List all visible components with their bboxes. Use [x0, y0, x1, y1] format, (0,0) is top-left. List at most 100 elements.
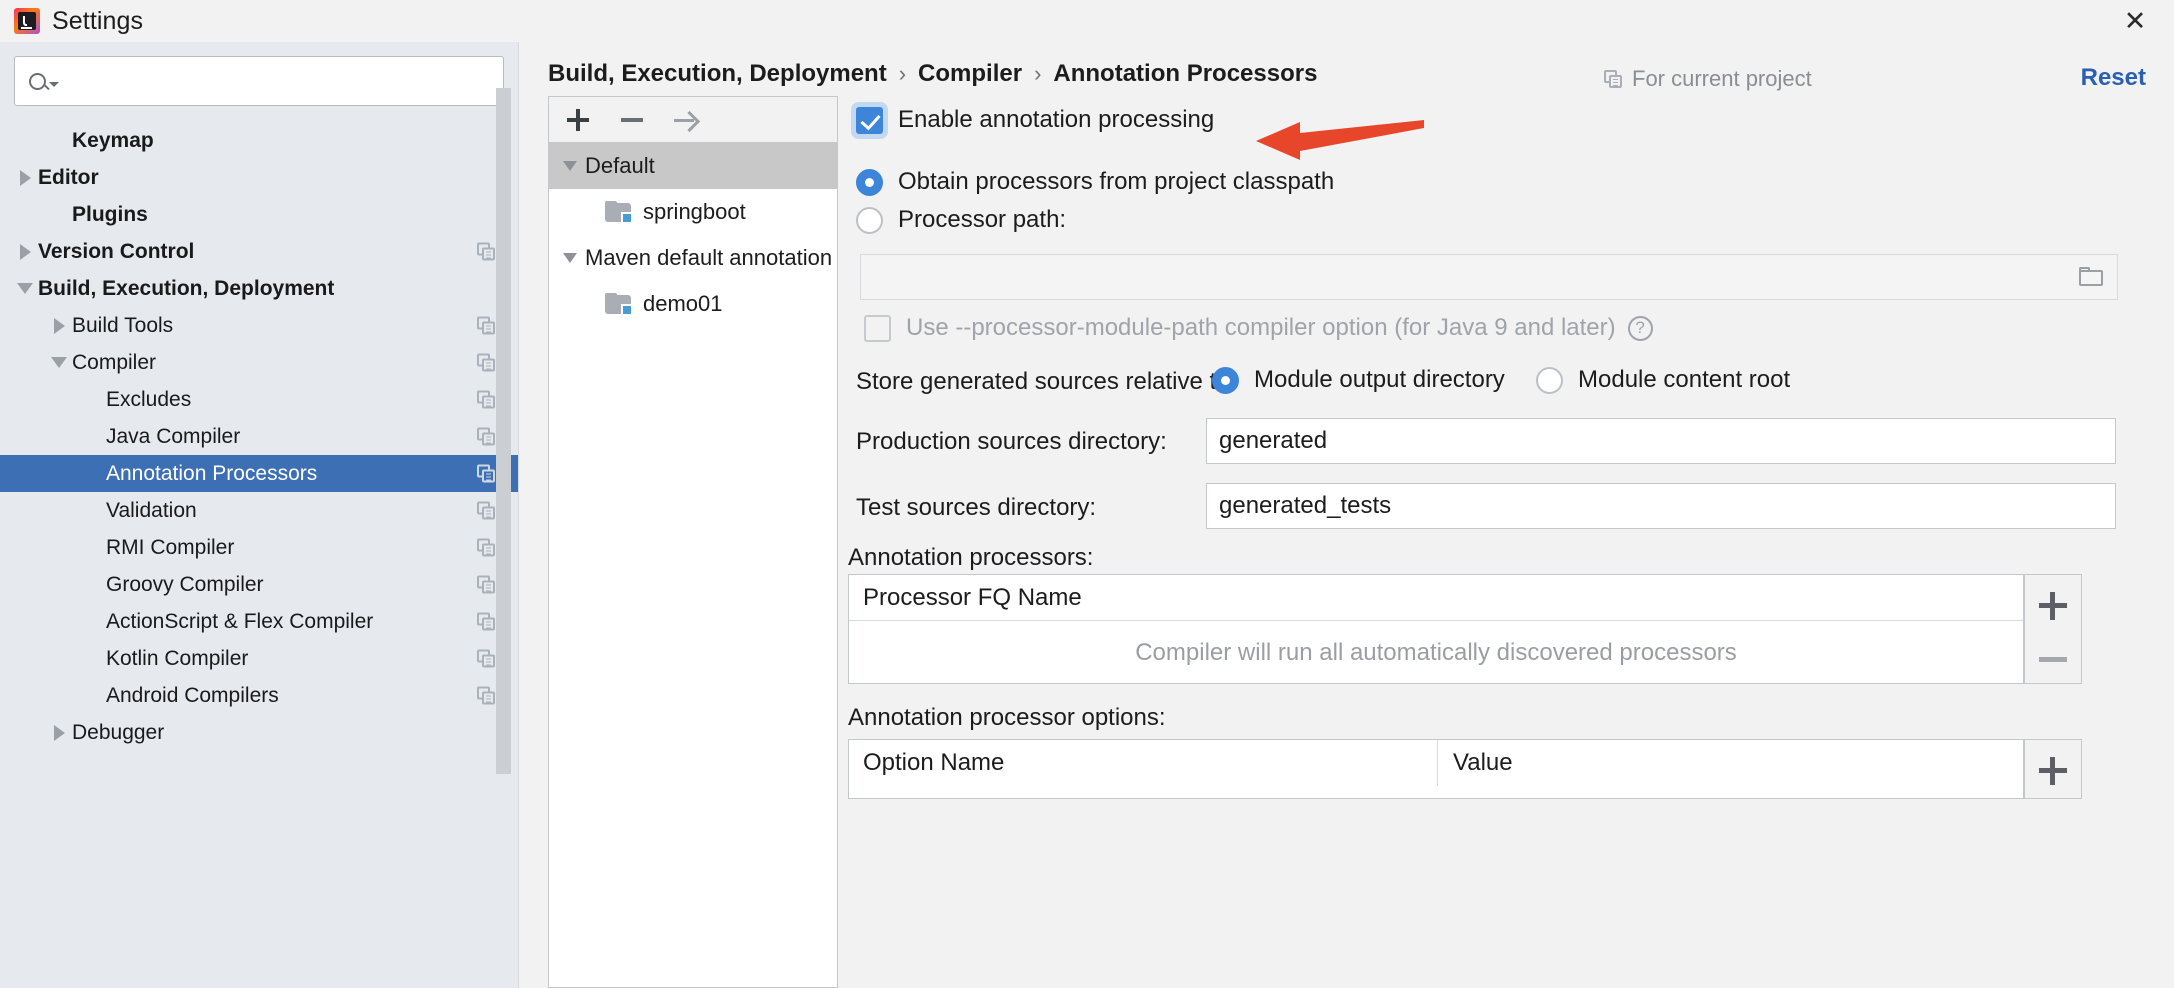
sidebar-item-build-execution-deployment[interactable]: Build, Execution, Deployment — [0, 270, 518, 307]
module-content-root-row[interactable]: Module content root — [1536, 366, 1790, 394]
annotation-processors-add-button[interactable] — [2024, 575, 2082, 629]
search-input[interactable] — [65, 69, 503, 93]
arrow-right-icon[interactable] — [671, 105, 701, 135]
copy-page-icon — [477, 353, 496, 372]
production-sources-value: generated — [1219, 427, 1327, 455]
search-box[interactable] — [14, 56, 504, 106]
module-row[interactable]: Maven default annotation proc. — [549, 235, 837, 281]
window-title-bar: Settings ✕ — [0, 0, 2174, 42]
sidebar-item-groovy-compiler[interactable]: Groovy Compiler — [0, 566, 518, 603]
folder-browse-icon[interactable] — [2079, 267, 2105, 287]
intellij-idea-icon — [14, 8, 40, 34]
module-rows: Default springbootMaven default annotatio… — [549, 143, 837, 327]
copy-page-icon — [477, 316, 496, 335]
module-row[interactable]: Default — [549, 143, 837, 189]
chevron-down-icon[interactable] — [12, 283, 38, 294]
module-row-label: Default — [585, 153, 655, 179]
minus-icon[interactable] — [617, 105, 647, 135]
annotation-processors-table[interactable]: Processor FQ Name Compiler will run all … — [848, 574, 2024, 684]
settings-sidebar: Keymap Editor PluginsVersion Control Build,… — [0, 42, 519, 988]
processor-options-add-button[interactable] — [2024, 740, 2082, 798]
processor-options-table[interactable]: Option Name Value — [848, 739, 2024, 799]
sidebar-item-label: Editor — [38, 166, 99, 190]
copy-page-icon — [477, 501, 496, 520]
module-folder-icon — [605, 293, 633, 315]
sidebar-item-label: Build Tools — [72, 314, 173, 338]
sidebar-scrollbar[interactable] — [495, 42, 512, 988]
reset-button[interactable]: Reset — [2081, 64, 2146, 92]
breadcrumb-item[interactable]: Compiler — [918, 60, 1022, 88]
breadcrumb-item[interactable]: Build, Execution, Deployment — [548, 60, 887, 88]
obtain-processors-label: Obtain processors from project classpath — [898, 168, 1334, 196]
sidebar-item-editor[interactable]: Editor — [0, 159, 518, 196]
sidebar-item-keymap[interactable]: Keymap — [0, 122, 518, 159]
copy-page-icon — [477, 575, 496, 594]
sidebar-item-debugger[interactable]: Debugger — [0, 714, 518, 751]
enable-annotation-processing-row[interactable]: Enable annotation processing — [856, 106, 1214, 134]
sidebar-item-kotlin-compiler[interactable]: Kotlin Compiler — [0, 640, 518, 677]
enable-annotation-processing-checkbox[interactable] — [856, 107, 883, 134]
scope-note: For current project — [1604, 66, 1812, 92]
sidebar-item-java-compiler[interactable]: Java Compiler — [0, 418, 518, 455]
processor-options-header-row: Option Name Value — [849, 740, 2023, 786]
sidebar-item-excludes[interactable]: Excludes — [0, 381, 518, 418]
sidebar-item-build-tools[interactable]: Build Tools — [0, 307, 518, 344]
sidebar-item-rmi-compiler[interactable]: RMI Compiler — [0, 529, 518, 566]
test-sources-label-row: Test sources directory: — [856, 494, 1096, 522]
processor-path-radio[interactable] — [856, 207, 883, 234]
breadcrumb-item[interactable]: Annotation Processors — [1053, 60, 1317, 88]
store-relative-label: Store generated sources relative to: — [856, 368, 1236, 396]
processor-module-path-row[interactable]: Use --processor-module-path compiler opt… — [864, 314, 1653, 342]
sidebar-item-label: Build, Execution, Deployment — [38, 277, 334, 301]
processor-options-column-option-name: Option Name — [863, 749, 1004, 777]
sidebar-item-label: RMI Compiler — [106, 536, 234, 560]
chevron-right-icon[interactable] — [46, 318, 72, 334]
module-toolbar — [549, 97, 837, 143]
processor-path-row[interactable]: Processor path: — [856, 206, 1066, 234]
processor-path-input[interactable] — [860, 254, 2118, 300]
sidebar-scrollbar-thumb[interactable] — [496, 88, 511, 774]
sidebar-item-label: Debugger — [72, 721, 164, 745]
module-content-root-radio[interactable] — [1536, 367, 1563, 394]
module-row[interactable]: springboot — [549, 189, 837, 235]
processor-module-path-checkbox[interactable] — [864, 315, 891, 342]
annotation-processors-remove-button[interactable] — [2024, 629, 2082, 683]
store-relative-label-row: Store generated sources relative to: — [856, 368, 1236, 396]
sidebar-item-validation[interactable]: Validation — [0, 492, 518, 529]
help-question-icon[interactable]: ? — [1628, 316, 1653, 341]
sidebar-item-version-control[interactable]: Version Control — [0, 233, 518, 270]
annotation-processors-empty-message: Compiler will run all automatically disc… — [849, 621, 2023, 667]
test-sources-input[interactable]: generated_tests — [1206, 483, 2116, 529]
obtain-processors-row[interactable]: Obtain processors from project classpath — [856, 168, 1334, 196]
module-folder-icon — [605, 201, 633, 223]
production-sources-input[interactable]: generated — [1206, 418, 2116, 464]
breadcrumb-separator: › — [899, 61, 906, 87]
module-row[interactable]: demo01 — [549, 281, 837, 327]
close-icon[interactable]: ✕ — [2096, 0, 2174, 42]
chevron-down-icon[interactable] — [555, 161, 585, 171]
sidebar-item-actionscript-flex-compiler[interactable]: ActionScript & Flex Compiler — [0, 603, 518, 640]
chevron-down-icon[interactable] — [46, 357, 72, 368]
settings-content: Build, Execution, Deployment › Compiler › An… — [520, 42, 2174, 988]
chevron-right-icon[interactable] — [46, 725, 72, 741]
sidebar-item-annotation-processors[interactable]: Annotation Processors — [0, 455, 518, 492]
annotation-processors-form: Enable annotation processing Obtain proc… — [856, 96, 2174, 988]
obtain-processors-radio[interactable] — [856, 169, 883, 196]
chevron-right-icon[interactable] — [12, 170, 38, 186]
copy-page-icon — [477, 686, 496, 705]
sidebar-item-label: Android Compilers — [106, 684, 279, 708]
scope-note-label: For current project — [1632, 66, 1812, 92]
copy-page-icon — [477, 538, 496, 557]
copy-page-icon — [477, 390, 496, 409]
module-output-directory-row[interactable]: Module output directory — [1212, 366, 1505, 394]
chevron-right-icon[interactable] — [12, 244, 38, 260]
sidebar-item-compiler[interactable]: Compiler — [0, 344, 518, 381]
sidebar-item-plugins[interactable]: Plugins — [0, 196, 518, 233]
plus-icon[interactable] — [563, 105, 593, 135]
production-sources-label-row: Production sources directory: — [856, 428, 1167, 456]
module-content-root-label: Module content root — [1578, 366, 1790, 394]
sidebar-item-android-compilers[interactable]: Android Compilers — [0, 677, 518, 714]
breadcrumb-separator: › — [1034, 61, 1041, 87]
module-output-directory-radio[interactable] — [1212, 367, 1239, 394]
chevron-down-icon[interactable] — [555, 253, 585, 263]
